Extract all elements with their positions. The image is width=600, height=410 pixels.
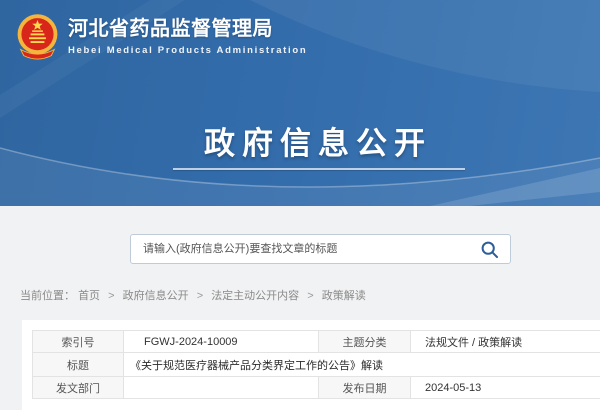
field-value-title: 《关于规范医疗器械产品分类界定工作的公告》解读 bbox=[124, 353, 600, 376]
breadcrumb-link-home[interactable]: 首页 bbox=[78, 290, 100, 302]
field-value-publish-date: 2024-05-13 bbox=[411, 377, 600, 398]
field-value-topic-category: 法规文件 / 政策解读 bbox=[411, 331, 600, 352]
page-title: 政府信息公开 bbox=[204, 118, 432, 163]
field-label-publish-date: 发布日期 bbox=[319, 377, 411, 398]
field-label-topic-category: 主题分类 bbox=[319, 331, 411, 352]
table-row: 发文部门 发布日期 2024-05-13 bbox=[33, 377, 600, 398]
field-label-issuing-department: 发文部门 bbox=[33, 377, 124, 398]
breadcrumb-link-legal-disclosure[interactable]: 法定主动公开内容 bbox=[211, 290, 299, 302]
content-panel: 索引号 FGWJ-2024-10009 主题分类 法规文件 / 政策解读 标题 … bbox=[22, 320, 600, 410]
field-value-index-number: FGWJ-2024-10009 bbox=[124, 331, 319, 352]
search-input[interactable] bbox=[131, 235, 510, 263]
breadcrumb: 当前位置： 首页 > 政府信息公开 > 法定主动公开内容 > 政策解读 bbox=[20, 287, 366, 303]
site-name-block: 河北省药品监督管理局 Hebei Medical Products Admini… bbox=[68, 11, 307, 56]
breadcrumb-current-policy-interpretation: 政策解读 bbox=[322, 290, 366, 302]
search-box bbox=[130, 234, 511, 264]
breadcrumb-separator: > bbox=[108, 290, 114, 302]
hero-banner: 河北省药品监督管理局 Hebei Medical Products Admini… bbox=[0, 0, 600, 206]
title-underline-divider bbox=[173, 168, 465, 170]
table-row: 标题 《关于规范医疗器械产品分类界定工作的公告》解读 bbox=[33, 353, 600, 377]
site-logo[interactable]: 河北省药品监督管理局 Hebei Medical Products Admini… bbox=[13, 11, 273, 65]
search-button[interactable] bbox=[480, 240, 500, 260]
national-emblem-icon bbox=[13, 11, 62, 62]
site-title: 河北省药品监督管理局 bbox=[68, 18, 307, 40]
breadcrumb-separator: > bbox=[197, 290, 203, 302]
search-icon bbox=[480, 240, 500, 260]
field-label-title: 标题 bbox=[33, 353, 124, 376]
field-value-issuing-department bbox=[124, 377, 319, 398]
field-label-index-number: 索引号 bbox=[33, 331, 124, 352]
site-subtitle: Hebei Medical Products Administration bbox=[68, 45, 307, 56]
document-info-table: 索引号 FGWJ-2024-10009 主题分类 法规文件 / 政策解读 标题 … bbox=[32, 330, 600, 399]
breadcrumb-separator: > bbox=[307, 290, 313, 302]
table-row: 索引号 FGWJ-2024-10009 主题分类 法规文件 / 政策解读 bbox=[33, 331, 600, 353]
breadcrumb-link-gov-info[interactable]: 政府信息公开 bbox=[123, 290, 189, 302]
breadcrumb-label: 当前位置： bbox=[20, 290, 75, 302]
